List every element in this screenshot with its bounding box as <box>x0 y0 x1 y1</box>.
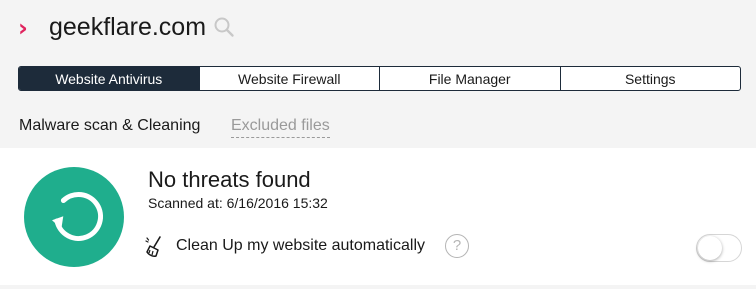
broom-icon <box>143 234 169 260</box>
subnav-malware-scan[interactable]: Malware scan & Cleaning <box>19 116 200 136</box>
subnav-excluded-files[interactable]: Excluded files <box>231 116 330 138</box>
site-header: › geekflare.com <box>0 0 756 56</box>
cleanup-toggle[interactable] <box>696 234 742 262</box>
scan-timestamp: Scanned at: 6/16/2016 15:32 <box>148 195 328 211</box>
refresh-icon <box>51 192 104 241</box>
status-title: No threats found <box>148 167 311 192</box>
site-domain: geekflare.com <box>49 13 207 41</box>
scan-status-panel: No threats found Scanned at: 6/16/2016 1… <box>0 148 756 285</box>
help-icon[interactable]: ? <box>445 234 469 258</box>
sub-navigation: Malware scan & Cleaning Excluded files <box>0 104 756 148</box>
status-indicator <box>24 167 124 267</box>
tab-website-antivirus[interactable]: Website Antivirus <box>19 67 199 90</box>
tab-website-firewall[interactable]: Website Firewall <box>198 67 380 90</box>
cleanup-label: Clean Up my website automatically <box>176 237 425 254</box>
search-icon[interactable] <box>212 15 236 39</box>
chevron-right-icon[interactable]: › <box>18 16 28 40</box>
main-tabs: Website Antivirus Website Firewall File … <box>18 66 741 91</box>
bottom-divider <box>0 285 756 289</box>
tab-file-manager[interactable]: File Manager <box>379 67 560 90</box>
toggle-knob <box>698 236 722 260</box>
tab-settings[interactable]: Settings <box>559 67 741 90</box>
